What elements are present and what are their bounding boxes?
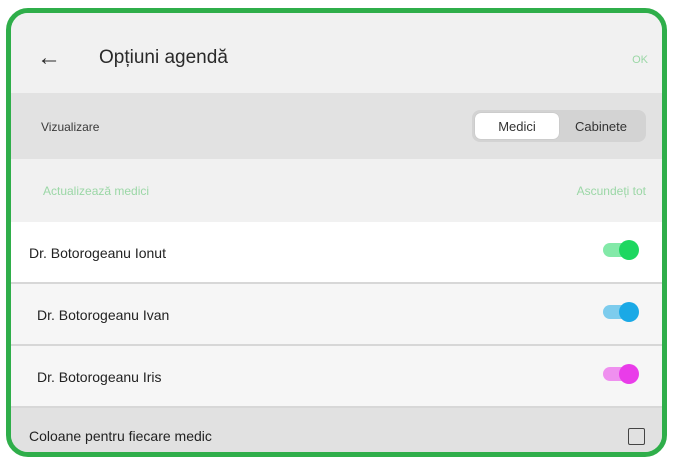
columns-per-doctor-checkbox[interactable] — [628, 428, 645, 445]
doctor-visibility-toggle[interactable] — [603, 302, 639, 322]
update-doctors-link[interactable]: Actualizează medici — [43, 184, 149, 198]
doctor-name: Dr. Botorogeanu Ionut — [29, 245, 166, 261]
doctor-visibility-toggle[interactable] — [603, 364, 639, 384]
columns-per-doctor-label: Coloane pentru fiecare medic — [29, 428, 212, 444]
segment-medici[interactable]: Medici — [475, 113, 559, 139]
view-label: Vizualizare — [41, 120, 100, 134]
view-segmented-control: Medici Cabinete — [472, 110, 646, 142]
segment-cabinete[interactable]: Cabinete — [559, 113, 643, 139]
doctor-row: Dr. Botorogeanu Ivan — [11, 284, 662, 346]
options-window: ← Opțiuni agendă OK Vizualizare Medici C… — [6, 8, 667, 457]
doctor-row: Dr. Botorogeanu Ionut — [11, 222, 662, 284]
view-row: Vizualizare Medici Cabinete — [11, 93, 662, 159]
doctor-name: Dr. Botorogeanu Iris — [37, 369, 162, 385]
hide-all-link[interactable]: Ascundeți tot — [577, 184, 646, 198]
ok-button[interactable]: OK — [632, 54, 648, 66]
doctor-list: Dr. Botorogeanu Ionut Dr. Botorogeanu Iv… — [11, 222, 662, 408]
actions-row: Actualizează medici Ascundeți tot — [11, 159, 662, 222]
doctor-name: Dr. Botorogeanu Ivan — [37, 307, 170, 323]
page-title: Opțiuni agendă — [99, 47, 228, 68]
doctor-visibility-toggle[interactable] — [603, 240, 639, 260]
columns-per-doctor-row: Coloane pentru fiecare medic — [11, 408, 662, 452]
doctor-row: Dr. Botorogeanu Iris — [11, 346, 662, 408]
header-bar: ← Opțiuni agendă OK — [11, 13, 662, 93]
back-arrow-icon[interactable]: ← — [37, 46, 61, 70]
